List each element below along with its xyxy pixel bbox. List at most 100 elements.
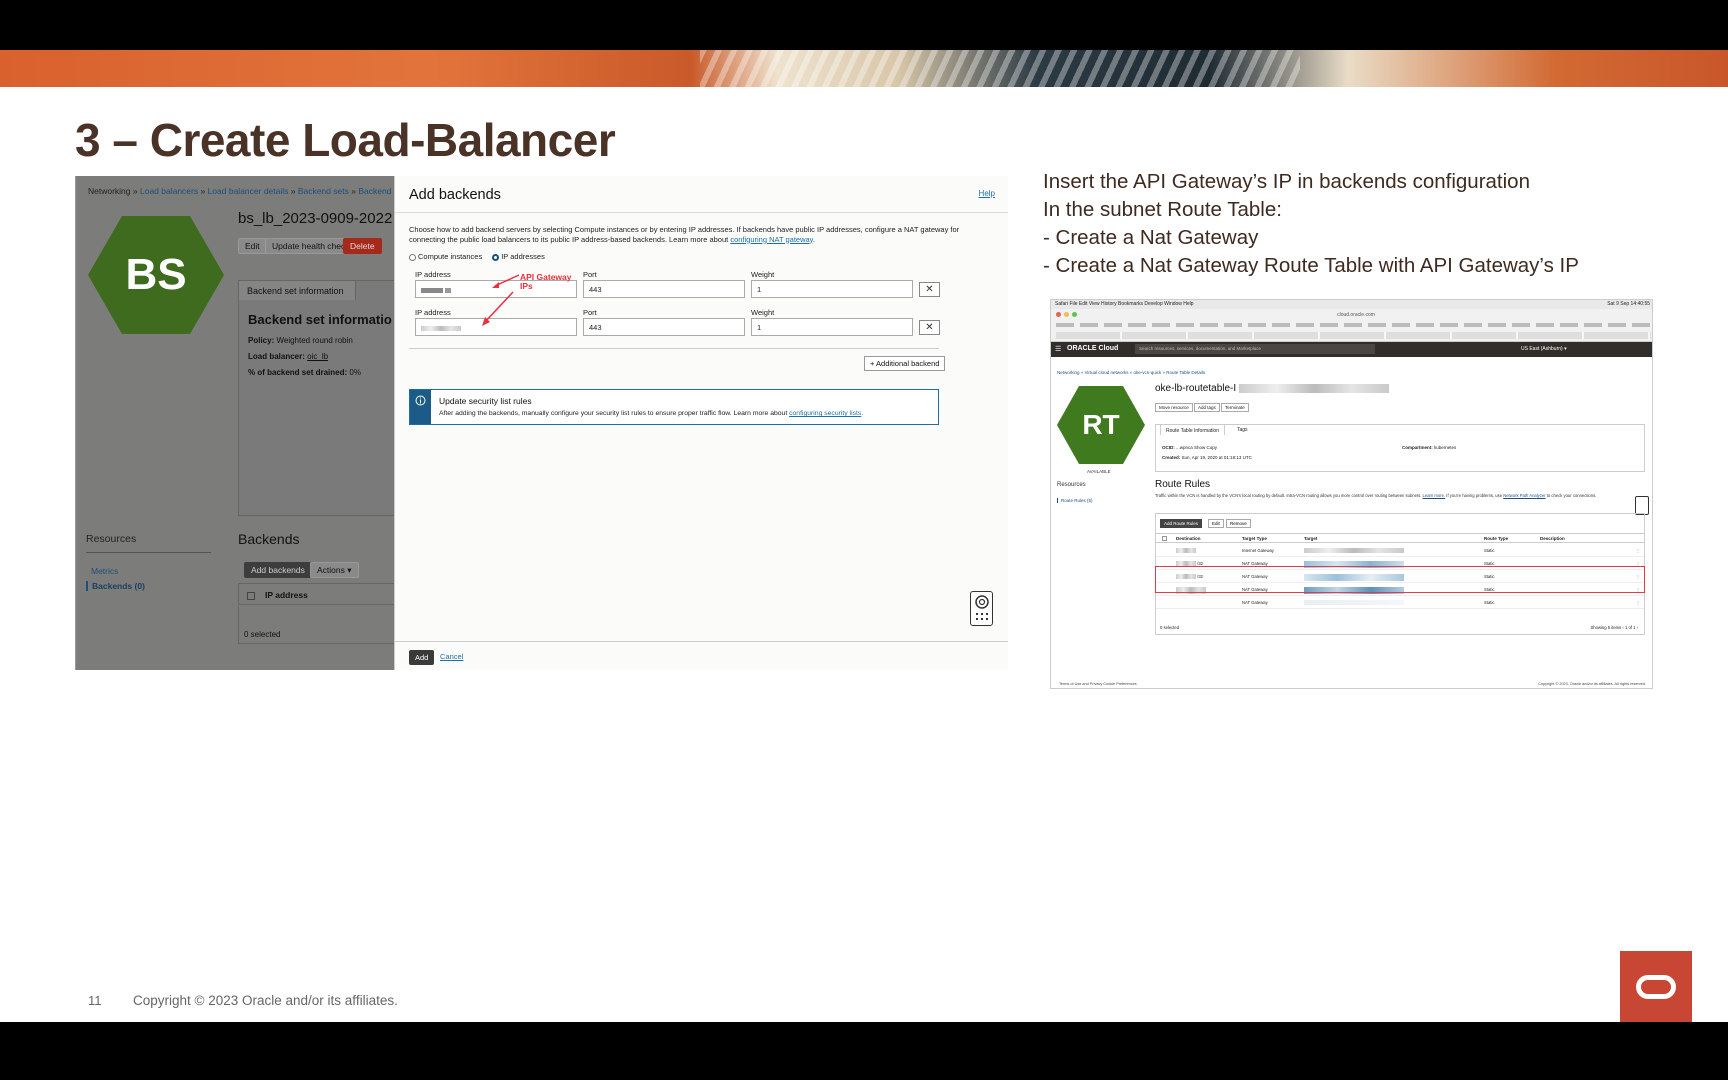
table-header: Destination Target Type Target Route Typ…: [1156, 533, 1644, 543]
radio-ip-addresses[interactable]: IP addresses: [492, 252, 545, 261]
oracle-cloud-logo[interactable]: ORACLE Cloud: [1067, 345, 1118, 352]
select-all-checkbox[interactable]: [247, 591, 255, 600]
terminate-button[interactable]: Terminate: [1221, 403, 1249, 412]
info-title: Update security list rules: [439, 396, 532, 406]
mac-menu-bar: Safari File Edit View History Bookmarks …: [1051, 300, 1652, 309]
info-tab-panel: Route Table Information Tags OCID: ...wp…: [1155, 424, 1645, 472]
remove-button[interactable]: Remove: [1226, 519, 1251, 528]
oracle-ring-icon: [1636, 974, 1676, 999]
learn-more-link[interactable]: Learn more.: [1423, 493, 1446, 498]
created-field: Created: Sun, Apr 19, 2020 at 01:18:13 U…: [1162, 455, 1252, 460]
tab-route-table-information[interactable]: Route Table Information: [1160, 424, 1225, 435]
delete-button[interactable]: Delete: [343, 238, 382, 254]
region-selector[interactable]: US East (Ashburn) ▾: [1521, 346, 1567, 352]
nat-gateway-link[interactable]: configuring NAT gateway: [730, 235, 813, 244]
add-route-rules-button[interactable]: Add Route Rules: [1160, 519, 1203, 528]
footer-copyright: Copyright © 2023, Oracle and/or its affi…: [1538, 682, 1646, 686]
divider: [409, 348, 939, 349]
remove-row-button[interactable]: ✕: [919, 282, 940, 297]
info-body: After adding the backends, manually conf…: [439, 410, 864, 417]
backend-set-hex-icon: BS: [88, 216, 224, 334]
slide-notes: Insert the API Gateway’s IP in backends …: [1043, 168, 1683, 280]
resources-title: Resources: [1057, 482, 1086, 488]
weight-input[interactable]: 1: [751, 318, 913, 336]
breadcrumb-item[interactable]: Load balancer details: [208, 186, 289, 196]
decorative-banner: [0, 50, 1728, 87]
breadcrumb[interactable]: Networking » Virtual cloud networks » ok…: [1057, 370, 1205, 375]
backend-set-name: bs_lb_2023-0909-2022: [238, 210, 393, 227]
slide-title: 3 – Create Load-Balancer: [75, 114, 616, 166]
breadcrumb-item[interactable]: Backend sets: [298, 186, 349, 196]
copyright: Copyright © 2023 Oracle and/or its affil…: [133, 993, 398, 1008]
route-table-hex-icon: RT: [1057, 386, 1145, 464]
menu-icon[interactable]: ☰: [1055, 345, 1061, 353]
add-button[interactable]: Add: [409, 650, 435, 665]
tab-backend-set-information[interactable]: Backend set information: [238, 280, 356, 300]
table-row[interactable]: Internet Gateway Static ⋮: [1156, 544, 1644, 557]
move-resource-button[interactable]: Move resource: [1155, 403, 1193, 412]
slide: 3 – Create Load-Balancer Insert the API …: [0, 50, 1728, 1022]
oracle-cloud-header: ☰ ORACLE Cloud Search resources, service…: [1051, 342, 1652, 357]
actions-menu-button[interactable]: Actions ▾: [310, 562, 359, 578]
ip-address-label: IP address: [415, 308, 451, 317]
network-path-analyzer-link[interactable]: Network Path Analyzer: [1503, 493, 1545, 498]
window-controls[interactable]: [1056, 312, 1077, 317]
load-balancer-link[interactable]: oic_lb: [307, 352, 328, 361]
remove-row-button[interactable]: ✕: [919, 320, 940, 335]
selected-count: 0 selected: [238, 606, 398, 644]
port-input[interactable]: 443: [583, 280, 745, 298]
oracle-logo: [1620, 951, 1692, 1022]
load-balancer-field: Load balancer: oic_lb: [248, 352, 329, 361]
table-row[interactable]: NAT Gateway Static ⋮: [1156, 596, 1644, 609]
browser-tabs[interactable]: [1056, 332, 1651, 339]
port-input[interactable]: 443: [583, 318, 745, 336]
pagination[interactable]: Showing 5 items ‹ 1 of 1 ›: [1591, 625, 1638, 630]
section-title: Backend set informatio: [248, 312, 392, 327]
breadcrumb-item[interactable]: Load balancers: [140, 186, 198, 196]
select-all-checkbox[interactable]: [1162, 536, 1167, 541]
edit-button[interactable]: Edit: [1208, 519, 1224, 528]
close-icon: ✕: [925, 322, 934, 333]
highlight-box: [1155, 566, 1645, 593]
panel-title: Add backends: [409, 187, 501, 203]
radio-compute-instances[interactable]: Compute instances: [409, 252, 482, 261]
footer-links[interactable]: Terms of Use and Privacy Cookie Preferen…: [1059, 682, 1137, 686]
additional-backend-button[interactable]: + Additional backend: [864, 356, 946, 371]
breadcrumb: Networking » Load balancers » Load balan…: [88, 186, 432, 196]
annotation-arrows: [482, 274, 520, 326]
compartment-field: Compartment: kubernetes: [1402, 445, 1457, 450]
tab-tags[interactable]: Tags: [1232, 424, 1253, 435]
sidebar-item-backends[interactable]: Backends (0): [86, 581, 145, 591]
add-backends-screenshot: Networking » Load balancers » Load balan…: [75, 176, 1008, 670]
note-line: - Create a Nat Gateway Route Table with …: [1043, 254, 1579, 277]
resources-title: Resources: [86, 533, 137, 545]
status-badge: AVAILABLE: [1087, 469, 1111, 474]
add-backends-panel: Add backends Help Choose how to add back…: [394, 176, 1008, 670]
panel-description: Choose how to add backend servers by sel…: [409, 225, 960, 244]
weight-label: Weight: [751, 270, 775, 279]
sidebar-item-route-rules[interactable]: Route Rules (5): [1057, 498, 1093, 503]
divider: [86, 552, 211, 553]
weight-input[interactable]: 1: [751, 280, 913, 298]
edit-button[interactable]: Edit: [238, 238, 267, 254]
table-header: IP address: [238, 583, 398, 605]
info-icon: [410, 390, 431, 424]
help-link[interactable]: Help: [979, 189, 995, 198]
port-label: Port: [583, 270, 597, 279]
cancel-link[interactable]: Cancel: [440, 652, 463, 661]
security-lists-link[interactable]: configuring security lists: [789, 410, 861, 417]
add-backends-button[interactable]: Add backends: [244, 562, 312, 578]
sidebar-item-metrics[interactable]: Metrics: [91, 566, 118, 576]
route-table-screenshot: Safari File Edit View History Bookmarks …: [1050, 299, 1653, 689]
note-line: - Create a Nat Gateway: [1043, 226, 1259, 249]
address-bar[interactable]: cloud.oracle.com: [1281, 312, 1431, 320]
add-tags-button[interactable]: Add tags: [1194, 403, 1220, 412]
selected-count: 0 selected: [1160, 625, 1180, 630]
breadcrumb-item[interactable]: Networking: [88, 186, 131, 196]
note-line: Insert the API Gateway’s IP in backends …: [1043, 170, 1530, 193]
help-widget-icon[interactable]: [970, 591, 993, 626]
route-rules-description: Traffic within the VCN is handled by the…: [1155, 493, 1597, 498]
ocid-field: OCID: ...wpnca Show Copy: [1162, 445, 1218, 450]
backends-title: Backends: [238, 531, 300, 547]
search-input[interactable]: Search resources, services, documentatio…: [1135, 344, 1375, 354]
